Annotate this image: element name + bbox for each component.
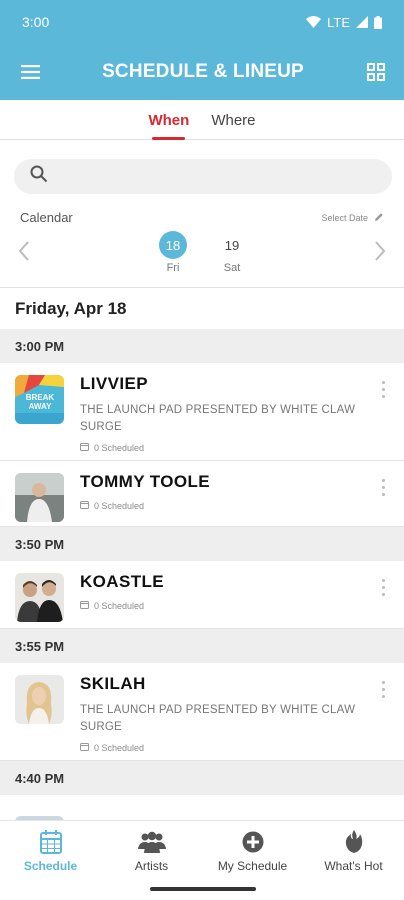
tab-when[interactable]: When [148, 112, 189, 140]
act-item-skilah[interactable]: SKILAH THE LAUNCH PAD PRESENTED BY WHITE… [0, 663, 404, 761]
chevron-right-icon[interactable] [374, 241, 386, 267]
calendar-small-icon [80, 742, 89, 753]
select-date-button[interactable]: Select Date [321, 212, 384, 224]
search-icon [30, 165, 48, 188]
date-selector: 18 Fri 19 Sat [0, 231, 404, 287]
app-bar: SCHEDULE & LINEUP [0, 44, 404, 100]
act-name: LIVVIEP [80, 374, 148, 393]
search-input[interactable] [14, 159, 392, 194]
status-time: 3:00 [22, 14, 50, 30]
more-options-icon[interactable] [380, 681, 386, 698]
network-type: LTE [327, 14, 350, 30]
day-number: 18 [159, 231, 187, 259]
artist-thumbnail [15, 473, 64, 522]
date-heading: Friday, Apr 18 [0, 287, 404, 329]
artist-thumbnail [15, 675, 64, 724]
tab-where[interactable]: Where [211, 112, 255, 139]
pencil-icon [374, 212, 384, 224]
home-indicator [150, 887, 256, 891]
more-options-icon[interactable] [380, 479, 386, 496]
page-title: SCHEDULE & LINEUP [102, 61, 304, 82]
signal-icon [356, 16, 368, 28]
more-options-icon[interactable] [380, 381, 386, 398]
act-name: TOMMY TOOLE [80, 472, 211, 491]
time-slot-header: 3:55 PM [0, 629, 404, 663]
time-slot-header: 4:40 PM [0, 761, 404, 795]
act-stage: THE LAUNCH PAD PRESENTED BY WHITE CLAW S… [80, 704, 356, 733]
day-name: Sat [223, 262, 241, 274]
calendar-small-icon [80, 500, 89, 511]
day-item-19[interactable]: 19 Sat [217, 231, 247, 275]
status-icons: LTE [306, 15, 382, 30]
scheduled-text: 0 Scheduled [94, 742, 145, 753]
flame-icon [345, 829, 363, 855]
artist-thumbnail [15, 573, 64, 622]
calendar-small-icon [80, 600, 89, 611]
act-name: SKILAH [80, 674, 146, 693]
act-stage: THE LAUNCH PAD PRESENTED BY WHITE CLAW S… [80, 404, 356, 433]
select-date-label: Select Date [321, 212, 368, 223]
calendar-icon [39, 829, 62, 855]
scheduled-count: 0 Scheduled [80, 742, 364, 753]
day-name: Fri [166, 262, 180, 274]
calendar-small-icon [80, 442, 89, 453]
status-bar: 3:00 LTE [0, 0, 404, 44]
day-number: 19 [224, 237, 240, 253]
act-item-koastle[interactable]: KOASTLE 0 Scheduled [0, 561, 404, 629]
scheduled-count: 0 Scheduled [80, 442, 364, 453]
day-item-18[interactable]: 18 Fri [158, 231, 188, 274]
nav-label: My Schedule [217, 859, 288, 873]
nav-whats-hot[interactable]: What's Hot [303, 821, 404, 900]
act-item-livviep[interactable]: BREAK AWAY LIVVIEP THE LAUNCH PAD PRESEN… [0, 363, 404, 461]
act-name: KOASTLE [80, 572, 165, 591]
scheduled-text: 0 Scheduled [94, 600, 145, 611]
nav-label: What's Hot [324, 859, 383, 873]
nav-schedule[interactable]: Schedule [0, 821, 101, 900]
scheduled-count: 0 Scheduled [80, 500, 210, 511]
act-item-tommy-toole[interactable]: TOMMY TOOLE 0 Scheduled [0, 461, 404, 527]
scheduled-text: 0 Scheduled [94, 500, 145, 511]
people-icon [137, 829, 166, 855]
battery-icon [374, 15, 382, 29]
calendar-label: Calendar [20, 210, 73, 225]
artist-thumbnail: BREAK AWAY [15, 375, 64, 424]
plus-circle-icon [242, 829, 264, 855]
wifi-icon [306, 16, 322, 28]
more-options-icon[interactable] [380, 579, 386, 596]
chevron-left-icon[interactable] [18, 241, 30, 267]
menu-icon[interactable] [18, 60, 42, 84]
time-slot-header: 3:50 PM [0, 527, 404, 561]
tab-bar: When Where [0, 100, 404, 140]
scheduled-text: 0 Scheduled [94, 442, 145, 453]
time-slot-header: 3:00 PM [0, 329, 404, 363]
nav-label: Schedule [23, 859, 78, 873]
scheduled-count: 0 Scheduled [80, 600, 164, 611]
nav-label: Artists [134, 859, 169, 873]
thumbnail-text: BREAK AWAY [25, 393, 55, 411]
grid-icon[interactable] [364, 60, 388, 84]
